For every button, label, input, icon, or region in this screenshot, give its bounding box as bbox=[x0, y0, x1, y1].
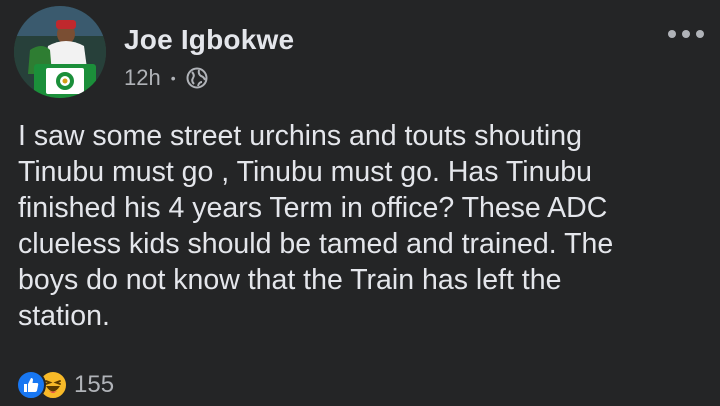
more-dot-icon bbox=[682, 30, 690, 38]
avatar-photo bbox=[14, 6, 106, 98]
post-time[interactable]: 12h bbox=[124, 65, 161, 91]
post-text: I saw some street urchins and touts shou… bbox=[18, 120, 614, 332]
meta-separator: • bbox=[170, 70, 176, 86]
post-card: Joe Igbokwe 12h • I saw some street urch… bbox=[0, 0, 720, 406]
author-name[interactable]: Joe Igbokwe bbox=[124, 24, 294, 56]
globe-icon[interactable] bbox=[186, 67, 208, 89]
more-dot-icon bbox=[696, 30, 704, 38]
reactions-summary[interactable]: 155 bbox=[16, 368, 114, 402]
more-dot-icon bbox=[668, 30, 676, 38]
more-options-button[interactable] bbox=[668, 30, 704, 38]
reaction-count[interactable]: 155 bbox=[74, 371, 114, 399]
post-meta: 12h • bbox=[124, 64, 208, 92]
like-icon bbox=[16, 370, 46, 400]
reaction-icons bbox=[16, 370, 68, 400]
author-avatar[interactable] bbox=[14, 6, 106, 98]
